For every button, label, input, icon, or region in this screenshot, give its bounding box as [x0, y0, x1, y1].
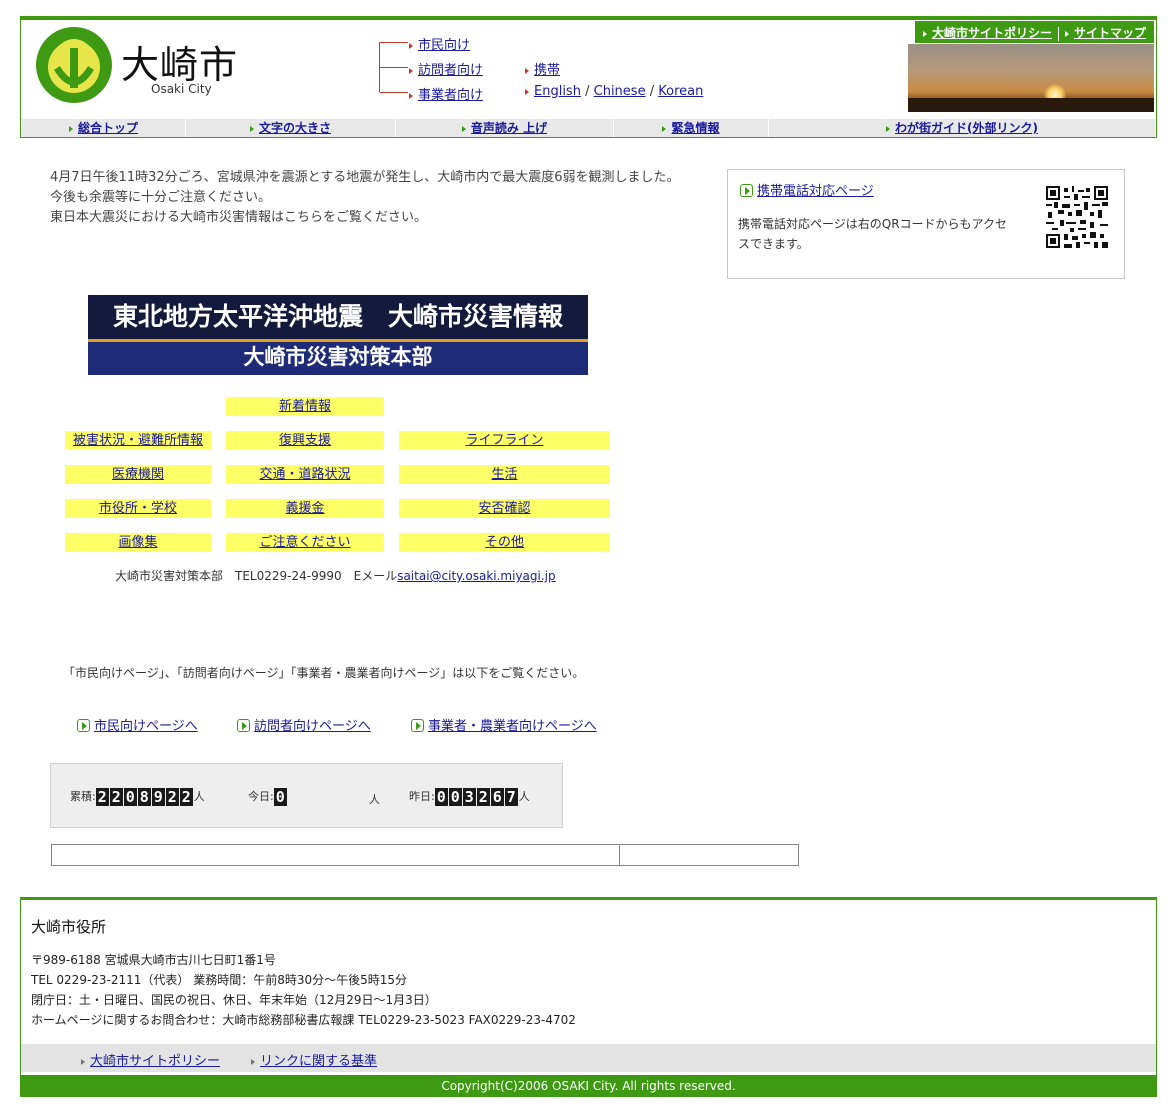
mobile-info-box: 携帯電話対応ページ 携帯電話対応ページは右のQRコードからもアクセ スできます。 [727, 169, 1125, 279]
nav-font-size[interactable]: 文字の大きさ [186, 119, 396, 137]
empty-frame-right [620, 844, 799, 866]
footer-title: 大崎市役所 [31, 918, 107, 936]
nav-emergency[interactable]: 緊急情報 [614, 119, 769, 137]
lang-korean[interactable]: Korean [658, 84, 703, 99]
arrow-icon [77, 719, 90, 732]
nav-town-guide[interactable]: わが街ガイド(外部リンク) [769, 119, 1155, 137]
link-city-hall-schools[interactable]: 市役所・学校 [65, 499, 211, 518]
sunset-photo [908, 44, 1154, 112]
site-policy-link[interactable]: 大崎市サイトポリシー [932, 26, 1052, 40]
arrow-icon [237, 719, 250, 732]
sitemap-link[interactable]: サイトマップ [1074, 26, 1146, 40]
logo-name: 大崎市 [121, 43, 239, 87]
today-digits: 0 [273, 788, 287, 806]
footer-site-policy-link[interactable]: 大崎市サイトポリシー [81, 1050, 220, 1069]
link-safety-check[interactable]: 安否確認 [399, 499, 610, 518]
lang-chinese[interactable]: Chinese [594, 84, 646, 99]
mobile-text: 携帯電話対応ページは右のQRコードからもアクセ スできます。 [738, 217, 1007, 251]
counter-today: 今日: 0 [248, 788, 288, 806]
link-business[interactable]: 事業者向け [409, 84, 483, 103]
access-counter: 累積: 2 2 0 8 9 2 2 人 今日: 0 人 昨日: 0 0 3 2 6 7 人 [50, 763, 563, 828]
footer-address: 〒989-6188 宮城県大崎市古川七日町1番1号 TEL 0229-23-21… [31, 953, 576, 1027]
language-links: English / Chinese / Korean [525, 84, 703, 99]
arrow-icon [251, 1058, 255, 1065]
link-damage-shelter[interactable]: 被害状況・避難所情報 [65, 431, 211, 450]
top-utility-links: 大崎市サイトポリシー サイトマップ [914, 21, 1154, 43]
link-images[interactable]: 画像集 [65, 533, 211, 552]
arrow-icon [740, 184, 753, 197]
arrow-icon [249, 125, 254, 132]
nav-voice[interactable]: 音声読み 上げ [396, 119, 614, 137]
visitor-page-link[interactable]: 訪問者向けページへ [237, 715, 371, 734]
link-traffic[interactable]: 交通・道路状況 [226, 465, 384, 484]
link-citizens[interactable]: 市民向け [409, 34, 470, 53]
banner-title: 東北地方太平洋沖地震 大崎市災害情報 [88, 295, 588, 339]
link-mobile[interactable]: 携帯 [525, 59, 560, 78]
link-recovery[interactable]: 復興支援 [226, 431, 384, 450]
arrow-icon [68, 125, 73, 132]
arrow-icon [662, 125, 667, 132]
counter-yesterday: 昨日: 0 0 3 2 6 7 人 [409, 788, 530, 806]
total-digits: 2208922 [95, 788, 193, 806]
page-guide-text: 「市民向けページ」、「訪問者向けページ」「事業者・農業者向けページ」は以下をご覧… [63, 666, 585, 680]
logo-sub: Osaki City [151, 82, 212, 96]
nav-top[interactable]: 総合トップ [22, 119, 186, 137]
site-header: 大崎市 Osaki City 市民向け 訪問者向け 事業者向け 携帯 Engli… [20, 16, 1157, 138]
arrow-icon [411, 719, 424, 732]
empty-frame-left [51, 844, 620, 866]
counter-total: 累積: 2 2 0 8 9 2 2 人 [70, 788, 205, 806]
arrow-icon [525, 88, 529, 95]
earthquake-notice: 4月7日午後11時32分ごろ、宮城県沖を震源とする地震が発生し、大崎市内で最大震… [50, 170, 680, 225]
email-link[interactable]: saitai@city.osaki.miyagi.jp [397, 569, 555, 583]
link-medical[interactable]: 医療機関 [65, 465, 211, 484]
footer-link-policy-link[interactable]: リンクに関する基準 [251, 1050, 377, 1069]
audience-bracket [379, 42, 408, 93]
lang-english[interactable]: English [534, 84, 581, 99]
arrow-icon [461, 125, 466, 132]
link-lifeline[interactable]: ライフライン [399, 431, 610, 450]
arrow-icon [409, 67, 413, 74]
link-caution[interactable]: ご注意ください [226, 533, 384, 552]
city-logo-icon[interactable] [35, 26, 113, 104]
arrow-icon [409, 92, 413, 99]
global-nav: 総合トップ 文字の大きさ 音声読み 上げ 緊急情報 わが街ガイド(外部リンク) [22, 119, 1155, 137]
citizen-page-link[interactable]: 市民向けページへ [77, 715, 198, 734]
disaster-contact: 大崎市災害対策本部 TEL0229-24-9990 Eメールsaitai@cit… [115, 569, 556, 583]
arrow-icon [525, 67, 529, 74]
link-donations[interactable]: 義援金 [226, 499, 384, 518]
link-visitors[interactable]: 訪問者向け [409, 59, 483, 78]
qr-code-icon [1046, 186, 1108, 248]
business-page-link[interactable]: 事業者・農業者向けページへ [411, 715, 597, 734]
link-news[interactable]: 新着情報 [226, 397, 384, 416]
mobile-page-link[interactable]: 携帯電話対応ページ [740, 180, 874, 199]
site-footer: 大崎市役所 〒989-6188 宮城県大崎市古川七日町1番1号 TEL 0229… [20, 897, 1157, 1097]
arrow-icon [1064, 30, 1069, 37]
arrow-icon [409, 42, 413, 49]
counter-today-unit: 人 [369, 793, 380, 806]
footer-links: 大崎市サイトポリシー リンクに関する基準 [21, 1044, 1156, 1072]
arrow-icon [922, 30, 927, 37]
copyright: Copyright(C)2006 OSAKI City. All rights … [21, 1075, 1156, 1097]
link-living[interactable]: 生活 [399, 465, 610, 484]
disaster-info-banner[interactable]: 東北地方太平洋沖地震 大崎市災害情報 大崎市災害対策本部 [88, 295, 588, 375]
link-other[interactable]: その他 [399, 533, 610, 552]
yesterday-digits: 003267 [434, 788, 518, 806]
banner-subtitle: 大崎市災害対策本部 [243, 344, 433, 369]
arrow-icon [886, 125, 890, 132]
arrow-icon [81, 1058, 85, 1065]
